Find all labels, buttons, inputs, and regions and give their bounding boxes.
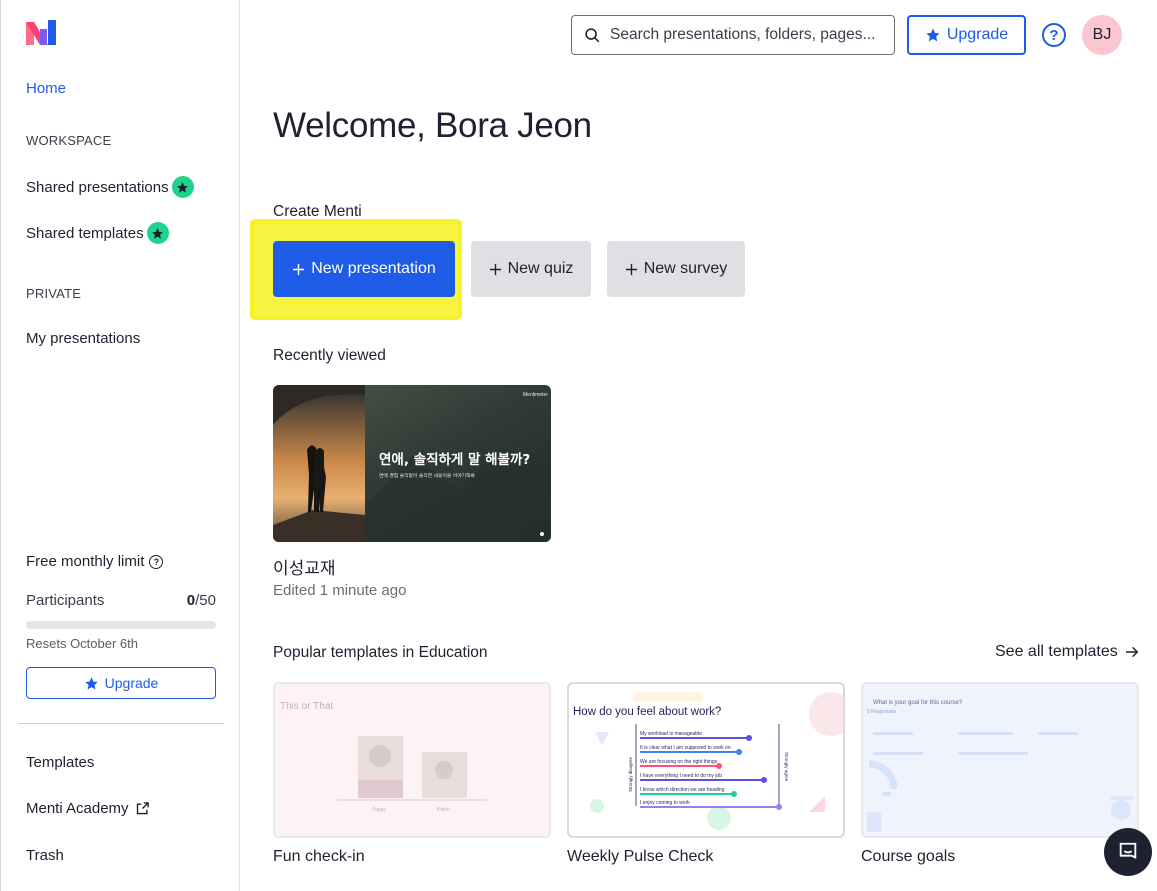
thumbnail-brand: Mentimeter	[523, 392, 548, 398]
sidebar-upgrade-button[interactable]: Upgrade	[26, 667, 216, 699]
premium-star-icon	[146, 222, 169, 244]
private-heading: PRIVATE	[26, 286, 82, 301]
sidebar-item-my-presentations[interactable]: My presentations	[26, 330, 140, 347]
sidebar-divider	[18, 723, 224, 724]
sidebar-item-home-label: Home	[26, 80, 67, 97]
sidebar-item-shared-presentations[interactable]: Shared presentations	[26, 176, 194, 198]
recent-presentation-card[interactable]: Mentimeter 연애, 솔직하게 말 해볼까? 연애 경험 솔직없이 솔직…	[273, 385, 551, 542]
pulse-statement: My workload is manageable	[640, 731, 702, 737]
external-link-icon	[136, 802, 149, 815]
new-survey-button[interactable]: New survey	[607, 241, 745, 297]
workspace-heading: WORKSPACE	[26, 133, 112, 148]
template-option: Kitten	[437, 807, 450, 813]
template-option: Puppy	[372, 807, 387, 813]
template-thumbnail: This or That Puppy Kitten	[280, 701, 487, 813]
pulse-statement: I enjoy coming to work	[640, 800, 690, 806]
sidebar-item-trash[interactable]: Trash	[26, 847, 64, 864]
free-limit-title: Free monthly limit ?	[26, 553, 164, 570]
template-thumbnail: What is your goal for this course? 5 Res…	[867, 700, 1133, 832]
premium-star-icon	[171, 176, 194, 198]
page-title: Welcome, Bora Jeon	[273, 106, 592, 145]
recently-viewed-heading: Recently viewed	[273, 347, 386, 364]
sidebar-item-home[interactable]: Home	[26, 80, 66, 97]
avatar[interactable]: BJ	[1082, 15, 1122, 55]
new-presentation-label: New presentation	[311, 260, 436, 277]
plus-icon	[293, 263, 305, 275]
star-icon	[926, 28, 940, 42]
template-thumbnail: How do you feel about work? My workload …	[573, 692, 843, 830]
pulse-statement: We are focusing on the right things	[640, 759, 718, 765]
pulse-statement: I know which direction we are heading	[640, 787, 725, 793]
scale-left-label: Strongly disagree	[628, 756, 633, 792]
template-thumb-title: How do you feel about work?	[573, 706, 721, 718]
arrow-right-icon	[1125, 646, 1139, 658]
participants-count: 0/50	[187, 592, 216, 609]
sidebar-item-templates[interactable]: Templates	[26, 754, 94, 771]
pulse-statement: I have everything I need to do my job	[640, 773, 722, 779]
sidebar-item-templates-label: Templates	[26, 754, 95, 771]
sidebar-item-shared-templates-label: Shared templates	[26, 224, 144, 242]
search-box[interactable]	[571, 15, 895, 55]
see-all-templates-label: See all templates	[995, 643, 1118, 660]
star-icon	[84, 676, 98, 689]
pulse-statement: It is clear what I am supposed to work o…	[640, 745, 731, 751]
new-presentation-button[interactable]: New presentation	[273, 241, 455, 297]
sidebar-item-shared-presentations-label: Shared presentations	[26, 178, 169, 196]
template-thumb-subtitle: 5 Responses	[867, 709, 897, 715]
free-limit-title-text: Free monthly limit	[26, 553, 145, 570]
template-thumb-title: This or That	[280, 701, 333, 712]
template-name[interactable]: Weekly Pulse Check	[567, 848, 713, 866]
sidebar-item-trash-label: Trash	[26, 847, 64, 864]
participants-label: Participants	[26, 592, 105, 609]
sidebar: Home WORKSPACE Shared presentations Shar…	[0, 0, 240, 891]
presentation-thumbnail: Mentimeter 연애, 솔직하게 말 해볼까? 연애 경험 솔직없이 솔직…	[273, 385, 551, 542]
help-symbol: ?	[1049, 26, 1059, 44]
template-card-fun-check-in[interactable]: This or That Puppy Kitten	[273, 682, 551, 838]
new-survey-label: New survey	[643, 260, 728, 277]
header-upgrade-label: Upgrade	[946, 26, 1009, 43]
template-thumb-title: What is your goal for this course?	[873, 700, 963, 706]
plus-icon	[489, 263, 501, 275]
plus-icon	[625, 263, 637, 275]
sidebar-item-menti-academy-label: Menti Academy	[26, 800, 129, 817]
new-quiz-label: New quiz	[507, 260, 574, 277]
participants-row: Participants 0/50	[26, 592, 216, 609]
sidebar-upgrade-label: Upgrade	[104, 675, 159, 691]
header-upgrade-button[interactable]: Upgrade	[907, 15, 1026, 55]
help-icon[interactable]: ?	[149, 554, 164, 569]
participants-progress-bar	[26, 621, 216, 629]
participants-used: 0	[186, 592, 196, 609]
participants-total: /50	[195, 592, 216, 609]
avatar-initials: BJ	[1092, 26, 1112, 43]
thumbnail-subtitle: 연애 경험 솔직없이 솔직한 내용이을 이야기해봐	[379, 472, 475, 479]
popular-templates-heading: Popular templates in Education	[273, 644, 488, 661]
scale-right-label: Strongly agree	[784, 752, 789, 782]
recent-presentation-title[interactable]: 이성교재	[273, 554, 336, 579]
template-card-course-goals[interactable]: What is your goal for this course? 5 Res…	[861, 682, 1139, 838]
sidebar-item-menti-academy[interactable]: Menti Academy	[26, 800, 150, 817]
support-chat-button[interactable]	[1104, 828, 1152, 876]
search-input[interactable]	[610, 26, 880, 44]
template-card-weekly-pulse-check[interactable]: How do you feel about work? My workload …	[567, 682, 845, 838]
mentimeter-logo[interactable]	[26, 17, 58, 45]
chat-icon	[1119, 842, 1137, 859]
thumbnail-title: 연애, 솔직하게 말 해볼까?	[379, 451, 530, 468]
search-icon	[585, 27, 600, 42]
see-all-templates-link[interactable]: See all templates	[995, 643, 1140, 661]
sidebar-item-shared-templates[interactable]: Shared templates	[26, 222, 169, 244]
limit-reset-date: Resets October 6th	[26, 636, 138, 651]
recent-presentation-edited: Edited 1 minute ago	[273, 582, 407, 599]
new-quiz-button[interactable]: New quiz	[471, 241, 591, 297]
sidebar-item-my-presentations-label: My presentations	[26, 330, 141, 347]
help-icon[interactable]: ?	[1042, 23, 1066, 47]
template-name[interactable]: Course goals	[861, 848, 955, 866]
template-name[interactable]: Fun check-in	[273, 848, 365, 866]
